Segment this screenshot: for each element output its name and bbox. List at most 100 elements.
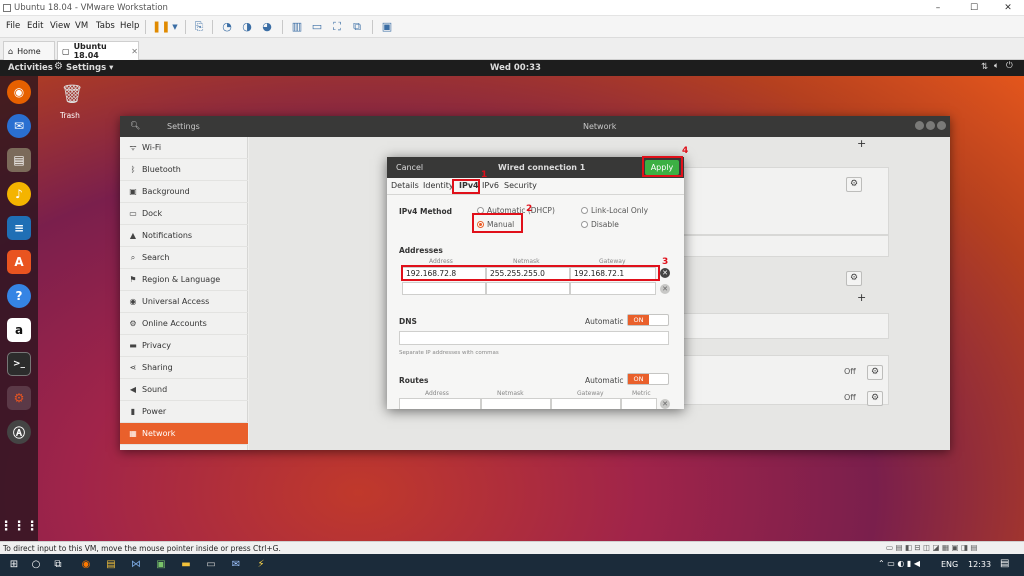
power-menu-icon[interactable]: ⏻ (1006, 61, 1013, 71)
updater-icon[interactable]: Ⓐ (7, 420, 31, 444)
language-indicator[interactable]: ENG (941, 560, 958, 569)
tray-icons[interactable]: ⌃ ▭ ◐ ▮ ◀ (878, 559, 920, 568)
route-metric-input[interactable] (621, 398, 657, 409)
sidebar-item-online-accounts[interactable]: ⚙ Online Accounts (120, 313, 248, 335)
vs-taskbar-icon[interactable]: ⋈ (128, 557, 144, 573)
device-icons[interactable]: ▭ ▤ ◧ ⊟ ◫ ◪ ▦ ▣ ◨ ▤ (886, 543, 978, 552)
address-input-empty[interactable] (402, 282, 486, 295)
sidebar-item-universal-access[interactable]: ◉ Universal Access (120, 291, 248, 313)
search-icon[interactable]: 🔍︎ (130, 121, 140, 130)
volume-icon[interactable]: 🔈︎ (994, 61, 999, 71)
sidebar-item-background[interactable]: ▣ Background (120, 181, 248, 203)
sidebar-item-region[interactable]: ⚑ Region & Language (120, 269, 248, 291)
thumbnail-icon[interactable]: ▭ (310, 20, 324, 34)
delete-address-icon[interactable]: ✕ (660, 268, 670, 278)
tab-identity[interactable]: Identity (423, 181, 454, 190)
dns-input[interactable] (399, 331, 669, 345)
sidebar-item-search[interactable]: ⌕ Search (120, 247, 248, 269)
minimize-icon[interactable] (915, 121, 924, 130)
sidebar-item-sound[interactable]: ◀ Sound (120, 379, 248, 401)
help-icon[interactable]: ? (7, 284, 31, 308)
maximize-icon[interactable] (926, 121, 935, 130)
close-icon[interactable] (937, 121, 946, 130)
notifications-icon[interactable]: ▤ (1000, 558, 1009, 569)
dns-automatic-toggle[interactable]: ON (627, 314, 669, 326)
tab-security[interactable]: Security (504, 181, 537, 190)
menu-vm[interactable]: VM (75, 21, 88, 31)
window-taskbar-icon[interactable]: ▭ (203, 557, 219, 573)
method-link-local-radio[interactable]: Link-Local Only (581, 206, 648, 215)
sidebar-item-privacy[interactable]: ▬ Privacy (120, 335, 248, 357)
windows-start-icon[interactable]: ⊞ (6, 557, 22, 573)
wired-settings-gear-icon[interactable]: ⚙ (846, 177, 862, 192)
tool-taskbar-icon[interactable]: ⚡ (253, 557, 269, 573)
add-connection-icon[interactable]: + (857, 137, 866, 150)
sidebar-item-dock[interactable]: ▭ Dock (120, 203, 248, 225)
method-automatic-radio[interactable]: Automatic (DHCP) (477, 206, 555, 215)
thunderbird-icon[interactable]: ✉ (7, 114, 31, 138)
send-keys-icon[interactable]: ⎘ (192, 20, 206, 34)
task-view-icon[interactable]: ⧉ (50, 557, 66, 573)
snapshot-manager-icon[interactable]: ◕ (260, 20, 274, 34)
folder-taskbar-icon[interactable]: ▬ (178, 557, 194, 573)
activities-button[interactable]: Activities (8, 63, 53, 73)
software-icon[interactable]: A (7, 250, 31, 274)
menu-help[interactable]: Help (120, 21, 139, 31)
clock[interactable]: Wed 00:33 (490, 63, 541, 73)
delete-address-icon[interactable]: ✕ (660, 284, 670, 294)
amazon-icon[interactable]: a (7, 318, 31, 342)
menu-view[interactable]: View (50, 21, 70, 31)
settings-icon[interactable]: ⚙ (7, 386, 31, 410)
pause-icon[interactable]: ❚❚ (152, 20, 170, 34)
tab-ipv4[interactable]: IPv4 (459, 181, 479, 190)
route-gateway-input[interactable] (551, 398, 621, 409)
trash-icon[interactable]: 🗑︎ (60, 84, 84, 110)
library-icon[interactable]: ▥ (290, 20, 304, 34)
tab-home[interactable]: ⌂ Home (3, 41, 55, 60)
dropdown-icon[interactable]: ▼ (168, 20, 182, 34)
tab-ubuntu[interactable]: ▢ Ubuntu 18.04 ✕ (57, 41, 139, 60)
add-vpn-icon[interactable]: + (857, 291, 866, 304)
outlook-taskbar-icon[interactable]: ✉ (228, 557, 244, 573)
revert-snapshot-icon[interactable]: ◑ (240, 20, 254, 34)
route-netmask-input[interactable] (481, 398, 551, 409)
explorer-taskbar-icon[interactable]: ▤ (103, 557, 119, 573)
show-apps-icon[interactable]: ⋮⋮⋮ (0, 514, 39, 538)
cancel-button[interactable]: Cancel (396, 163, 423, 172)
rhythmbox-icon[interactable]: ♪ (7, 182, 31, 206)
console-view-icon[interactable]: ▣ (380, 20, 394, 34)
sidebar-item-notifications[interactable]: ▲ Notifications (120, 225, 248, 247)
unity-icon[interactable]: ⧉ (350, 20, 364, 34)
cortana-search-icon[interactable]: ○ (28, 557, 44, 573)
firefox-taskbar-icon[interactable]: ◉ (78, 557, 94, 573)
tab-ipv6[interactable]: IPv6 (482, 181, 499, 190)
gateway-input-empty[interactable] (570, 282, 656, 295)
other-gear-icon[interactable]: ⚙ (867, 391, 883, 406)
sidebar-item-bluetooth[interactable]: ᛒ Bluetooth (120, 159, 248, 181)
firefox-icon[interactable]: ◉ (7, 80, 31, 104)
fullscreen-icon[interactable]: ⛶ (330, 20, 344, 34)
gateway-input[interactable]: 192.168.72.1 (570, 267, 656, 280)
sidebar-item-power[interactable]: ▮ Power (120, 401, 248, 423)
files-icon[interactable]: ▤ (7, 148, 31, 172)
netmask-input[interactable]: 255.255.255.0 (486, 267, 570, 280)
method-manual-radio[interactable]: Manual (477, 220, 514, 229)
routes-automatic-toggle[interactable]: ON (627, 373, 669, 385)
writer-icon[interactable]: ≡ (7, 216, 31, 240)
minimize-icon[interactable]: – (924, 1, 952, 15)
method-disable-radio[interactable]: Disable (581, 220, 619, 229)
terminal-icon[interactable]: >_ (7, 352, 31, 376)
menu-edit[interactable]: Edit (27, 21, 43, 31)
sidebar-item-wifi[interactable]: ᯤ Wi-Fi (120, 137, 248, 159)
tab-details[interactable]: Details (391, 181, 419, 190)
maximize-icon[interactable]: ☐ (960, 1, 988, 15)
route-address-input[interactable] (399, 398, 481, 409)
close-icon[interactable]: ✕ (994, 1, 1022, 15)
delete-route-icon[interactable]: ✕ (660, 399, 670, 409)
close-tab-icon[interactable]: ✕ (131, 47, 138, 56)
app-menu[interactable]: Settings ▾ (66, 63, 113, 73)
apply-button[interactable]: Apply (645, 160, 679, 175)
menu-file[interactable]: File (6, 21, 20, 31)
snapshot-icon[interactable]: ◔ (220, 20, 234, 34)
taskbar-clock[interactable]: 12:33 (968, 560, 991, 569)
